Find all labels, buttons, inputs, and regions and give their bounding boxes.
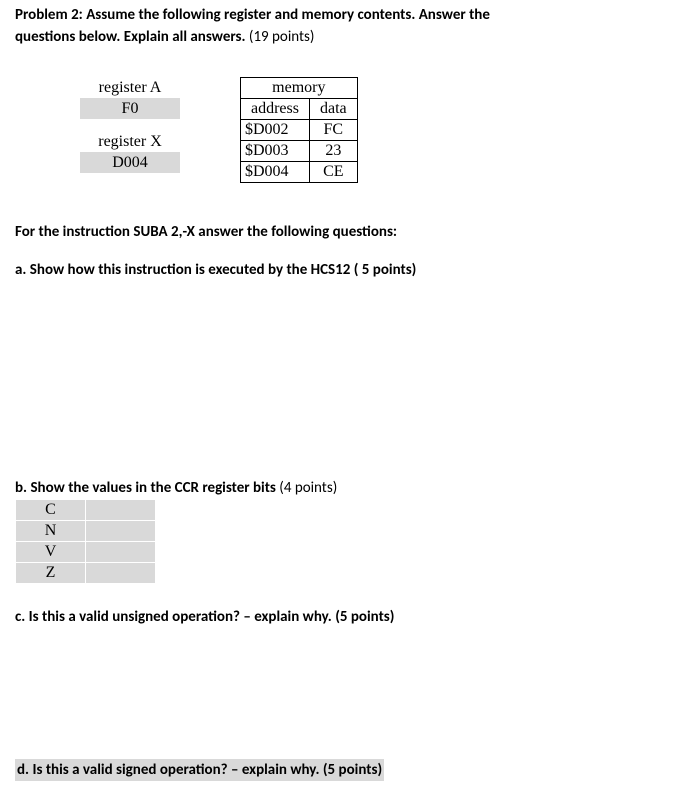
- question-c: c. Is this a valid unsigned operation? –…: [15, 608, 665, 626]
- mem-addr: $D002: [241, 119, 310, 140]
- question-b-points: (4 points): [276, 479, 337, 497]
- memory-column: memory address data $D002 FC $D003 23 $D…: [240, 77, 358, 183]
- ccr-flag: N: [16, 520, 86, 541]
- mem-data: CE: [309, 161, 357, 182]
- register-x-value: D004: [80, 152, 180, 173]
- register-a-value: F0: [80, 98, 180, 119]
- table-row: C: [16, 499, 156, 520]
- title-line2a: questions below. Explain all answers.: [15, 28, 249, 46]
- mem-data: 23: [309, 140, 357, 161]
- ccr-flag: C: [16, 499, 86, 520]
- memory-title: memory: [241, 77, 358, 98]
- table-row: N: [16, 520, 156, 541]
- memory-table: memory address data $D002 FC $D003 23 $D…: [240, 77, 358, 183]
- question-b-text: b. Show the values in the CCR register b…: [15, 479, 276, 497]
- ccr-blank: [86, 541, 156, 562]
- question-a: a. Show how this instruction is executed…: [15, 261, 665, 279]
- ccr-flag: V: [16, 541, 86, 562]
- table-row: Z: [16, 562, 156, 583]
- question-d: d. Is this a valid signed operation? – e…: [15, 759, 384, 781]
- ccr-table: C N V Z: [15, 499, 156, 584]
- ccr-blank: [86, 520, 156, 541]
- table-row: $D004 CE: [241, 161, 358, 182]
- memory-header-address: address: [241, 98, 310, 119]
- memory-header-data: data: [309, 98, 357, 119]
- register-memory-section: register A F0 register X D004 memory add…: [15, 77, 665, 183]
- table-row: $D003 23: [241, 140, 358, 161]
- instruction-header: For the instruction SUBA 2,-X answer the…: [15, 223, 665, 241]
- ccr-blank: [86, 499, 156, 520]
- problem-title: Problem 2: Assume the following register…: [15, 5, 665, 49]
- register-x-label: register X: [80, 133, 180, 151]
- ccr-flag: Z: [16, 562, 86, 583]
- ccr-blank: [86, 562, 156, 583]
- title-line1: Problem 2: Assume the following register…: [15, 6, 490, 24]
- mem-addr: $D003: [241, 140, 310, 161]
- question-b: b. Show the values in the CCR register b…: [15, 479, 665, 497]
- register-a-label: register A: [80, 79, 180, 97]
- registers-column: register A F0 register X D004: [80, 77, 180, 183]
- table-row: V: [16, 541, 156, 562]
- table-row: $D002 FC: [241, 119, 358, 140]
- title-points: (19 points): [249, 28, 315, 46]
- mem-data: FC: [309, 119, 357, 140]
- mem-addr: $D004: [241, 161, 310, 182]
